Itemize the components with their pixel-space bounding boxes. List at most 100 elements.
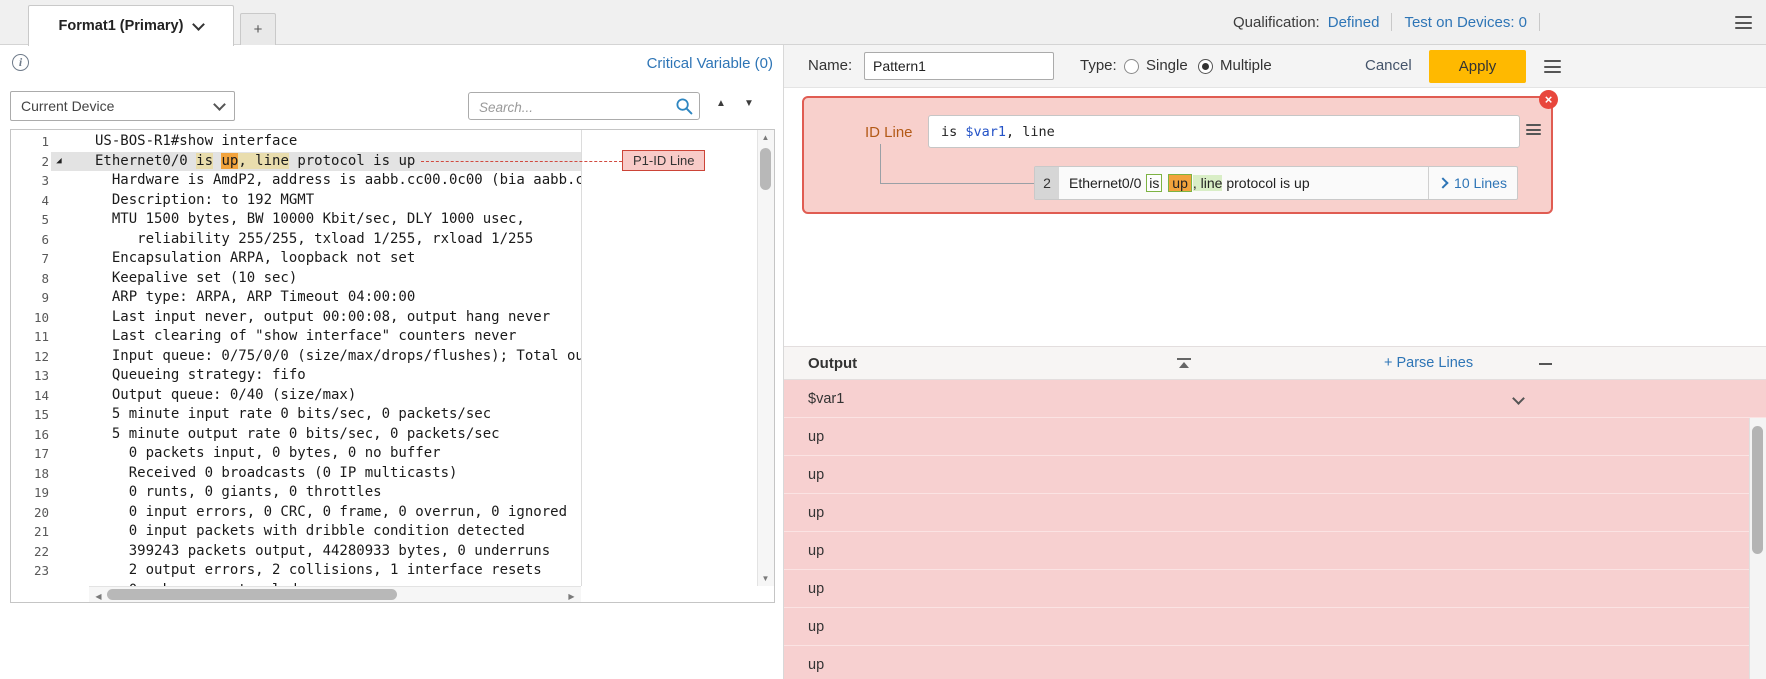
- apply-button[interactable]: Apply: [1429, 50, 1526, 83]
- scroll-down-icon[interactable]: ▼: [758, 571, 773, 586]
- output-scrollbar[interactable]: [1749, 418, 1766, 679]
- pattern-panel: Name: Type: Single Multiple Cancel Apply…: [784, 45, 1766, 679]
- tab-label: Format1 (Primary): [59, 18, 184, 34]
- search-previous-button[interactable]: ▲: [716, 98, 726, 109]
- code-text: Encapsulation ARPA, loopback not set: [69, 249, 415, 269]
- output-section: Output + Parse Lines $var1 upupupupupupu…: [784, 346, 1766, 679]
- code-text: Ethernet0/0 is up, line protocol is up: [69, 152, 415, 172]
- chevron-down-icon: [193, 18, 206, 31]
- code-text: Output queue: 0/40 (size/max): [69, 386, 356, 406]
- scrollbar-thumb[interactable]: [107, 589, 397, 600]
- minimize-output-icon[interactable]: [1539, 363, 1552, 365]
- scrollbar-thumb[interactable]: [1752, 426, 1763, 554]
- output-row[interactable]: up: [784, 570, 1766, 608]
- topbar-right-group: Qualification: Defined Test on Devices: …: [1233, 0, 1540, 44]
- search-box: [468, 92, 700, 120]
- id-line-menu-icon[interactable]: [1526, 124, 1541, 135]
- output-title: Output: [808, 355, 857, 372]
- id-line-pattern-input[interactable]: is $var1, line: [928, 115, 1520, 148]
- code-text: Description: to 192 MGMT: [69, 191, 314, 211]
- editor-horizontal-scrollbar[interactable]: ◀ ▶: [89, 586, 581, 602]
- code-text: Last input never, output 00:00:08, outpu…: [69, 308, 550, 328]
- chevron-down-icon: [213, 98, 226, 111]
- code-text: Keepalive set (10 sec): [69, 269, 297, 289]
- chevron-down-icon[interactable]: [1512, 392, 1525, 405]
- menu-icon[interactable]: [1735, 16, 1752, 29]
- lines-count-label: 10 Lines: [1454, 175, 1507, 191]
- line-number: 3: [11, 171, 49, 191]
- code-text: reliability 255/255, txload 1/255, rxloa…: [69, 230, 533, 250]
- match-connector-line: [421, 161, 622, 162]
- output-header: Output + Parse Lines: [784, 346, 1766, 380]
- qualification-label: Qualification:: [1233, 14, 1320, 31]
- code-text: 0 input packets with dribble condition d…: [69, 522, 525, 542]
- line-number: 14: [11, 386, 49, 406]
- radio-multiple-label: Multiple: [1220, 57, 1272, 74]
- code-text: US-BOS-R1#show interface: [69, 132, 297, 152]
- output-column-header[interactable]: $var1: [784, 380, 1766, 418]
- editor-vertical-scrollbar[interactable]: ▲ ▼: [757, 130, 774, 586]
- line-number: 16: [11, 425, 49, 445]
- output-row[interactable]: up: [784, 456, 1766, 494]
- line-number: 7: [11, 249, 49, 269]
- pattern-name-input[interactable]: [864, 52, 1054, 80]
- code-text: 5 minute input rate 0 bits/sec, 0 packet…: [69, 405, 491, 425]
- output-row[interactable]: up: [784, 494, 1766, 532]
- pattern-header: Name: Type: Single Multiple Cancel Apply: [784, 45, 1766, 88]
- qualification-value-link[interactable]: Defined: [1328, 14, 1380, 31]
- left-panel-header: i Critical Variable (0): [0, 45, 783, 87]
- radio-single[interactable]: [1124, 59, 1139, 74]
- device-scope-dropdown[interactable]: Current Device: [10, 91, 235, 121]
- output-column-label: $var1: [808, 391, 844, 407]
- scroll-right-icon[interactable]: ▶: [564, 589, 579, 604]
- output-row[interactable]: up: [784, 608, 1766, 646]
- critical-variable-link[interactable]: Critical Variable (0): [647, 55, 773, 72]
- code-text: Received 0 broadcasts (0 IP multicasts): [69, 464, 457, 484]
- add-tab-button[interactable]: +: [240, 13, 276, 45]
- line-number: 12: [11, 347, 49, 367]
- lines-count-link[interactable]: 10 Lines: [1428, 167, 1517, 199]
- fold-marker-icon[interactable]: ◢: [49, 152, 69, 172]
- radio-multiple[interactable]: [1198, 59, 1213, 74]
- search-next-button[interactable]: ▼: [744, 98, 754, 109]
- line-number: 13: [11, 366, 49, 386]
- radio-single-label: Single: [1146, 57, 1188, 74]
- collapse-panel-icon[interactable]: [1177, 358, 1191, 369]
- line-number: 2: [11, 152, 49, 172]
- parse-lines-button[interactable]: + Parse Lines: [1384, 355, 1473, 371]
- code-text: 0 packets input, 0 bytes, 0 no buffer: [69, 444, 441, 464]
- test-on-devices-link[interactable]: Test on Devices: 0: [1404, 14, 1527, 31]
- pattern-block: × ID Line is $var1, line 2 Ethernet0/0 i…: [802, 96, 1553, 214]
- scrollbar-thumb[interactable]: [760, 148, 771, 190]
- divider: [1391, 13, 1392, 31]
- connector-line: [880, 144, 881, 183]
- cancel-button[interactable]: Cancel: [1365, 57, 1412, 74]
- scroll-left-icon[interactable]: ◀: [91, 589, 106, 604]
- scroll-up-icon[interactable]: ▲: [758, 130, 773, 145]
- line-number: 4: [11, 191, 49, 211]
- code-text: Last clearing of "show interface" counte…: [69, 327, 516, 347]
- matched-line-number: 2: [1035, 167, 1059, 199]
- output-row[interactable]: up: [784, 532, 1766, 570]
- top-tab-bar: Format1 (Primary) + Qualification: Defin…: [0, 0, 1766, 45]
- output-row[interactable]: up: [784, 646, 1766, 679]
- chevron-right-icon: [1437, 177, 1448, 188]
- search-icon[interactable]: [675, 97, 694, 116]
- line-number: 10: [11, 308, 49, 328]
- info-icon[interactable]: i: [12, 54, 29, 71]
- output-row[interactable]: up: [784, 418, 1766, 456]
- pattern-menu-icon[interactable]: [1544, 60, 1561, 73]
- annotation-margin: [581, 130, 757, 586]
- tab-format1-primary[interactable]: Format1 (Primary): [28, 5, 234, 46]
- p1-id-line-tag[interactable]: P1-ID Line: [622, 150, 705, 171]
- code-text: 2 output errors, 2 collisions, 1 interfa…: [69, 561, 542, 581]
- close-icon[interactable]: ×: [1539, 90, 1558, 109]
- code-text: 399243 packets output, 44280933 bytes, 0…: [69, 542, 550, 562]
- line-number: 5: [11, 210, 49, 230]
- code-text: 0 input errors, 0 CRC, 0 frame, 0 overru…: [69, 503, 567, 523]
- line-number: 1: [11, 132, 49, 152]
- line-number: 19: [11, 483, 49, 503]
- search-input[interactable]: [477, 96, 666, 118]
- line-number: 8: [11, 269, 49, 289]
- code-editor: 1◢US-BOS-R1#show interface2◢Ethernet0/0 …: [10, 129, 775, 603]
